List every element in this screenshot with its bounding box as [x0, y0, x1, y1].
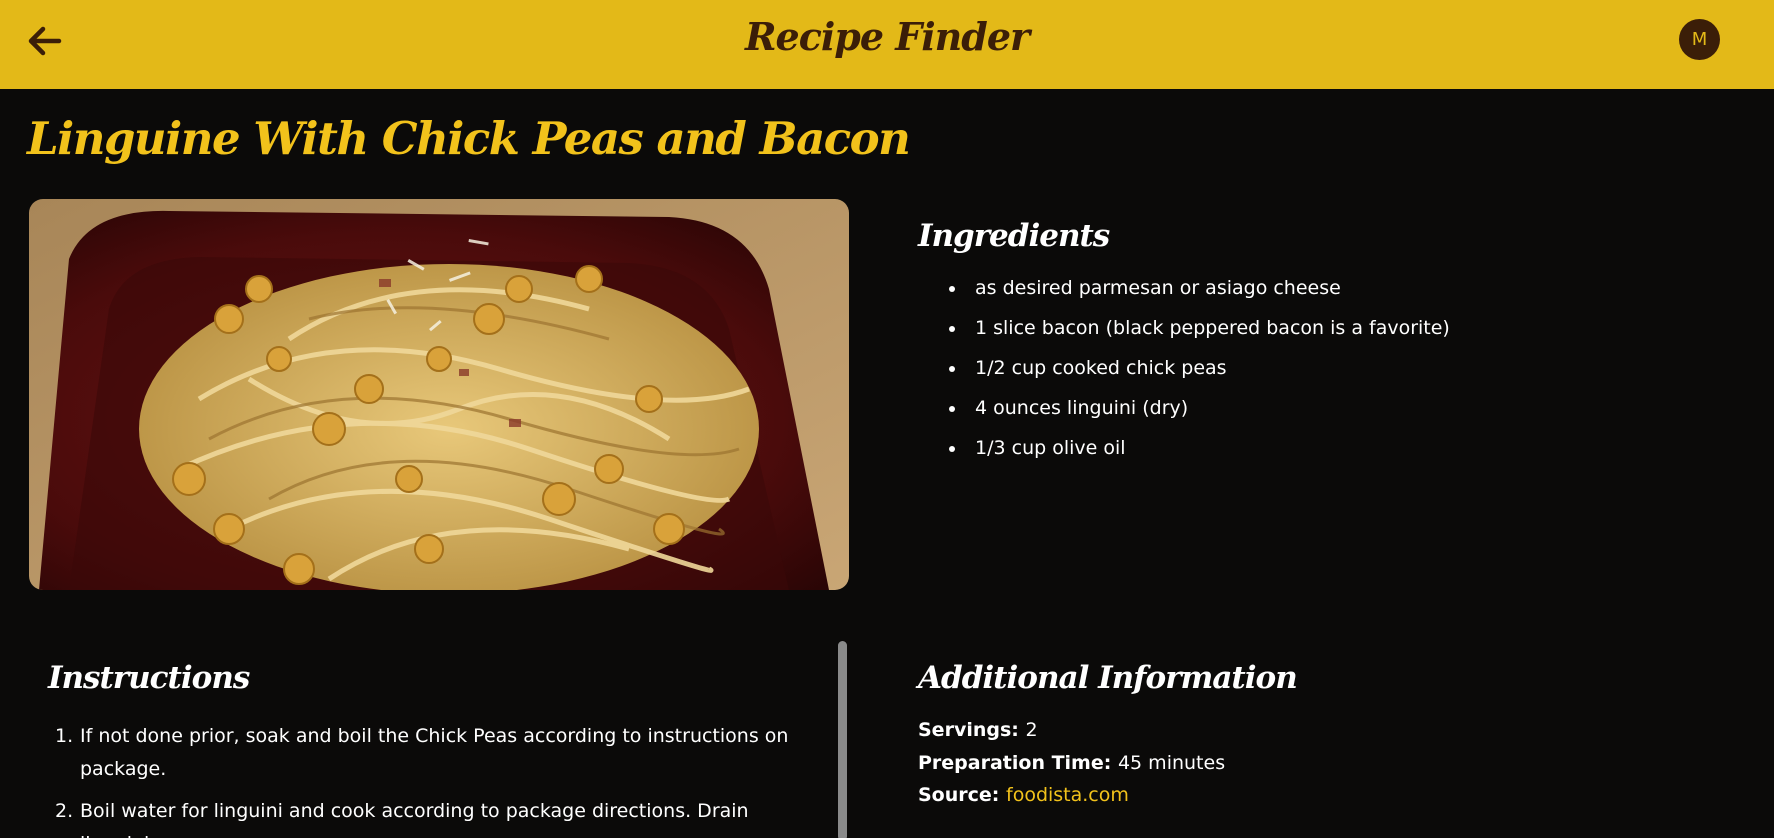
instructions-heading: Instructions — [48, 660, 250, 696]
ingredients-section: Ingredients as desired parmesan or asiag… — [918, 218, 1718, 468]
additional-info-heading: Additional Information — [918, 660, 1298, 696]
top-app-bar: Recipe Finder M — [0, 0, 1774, 89]
recipe-title: Linguine With Chick Peas and Bacon — [27, 112, 911, 165]
source-label: Source: — [918, 784, 1006, 806]
instruction-step: Boil water for linguini and cook accordi… — [55, 795, 749, 838]
ingredient-item: 4 ounces linguini (dry) — [949, 388, 1718, 428]
recipe-photo — [29, 199, 849, 590]
servings-label: Servings: — [918, 719, 1026, 741]
ingredient-item: 1 slice bacon (black peppered bacon is a… — [949, 308, 1718, 348]
ingredients-heading: Ingredients — [918, 218, 1110, 254]
ingredient-item: 1/3 cup olive oil — [949, 428, 1718, 468]
source-row: Source: foodista.com — [918, 779, 1718, 812]
additional-info-section: Additional Information Servings: 2 Prepa… — [918, 660, 1718, 812]
instructions-panel[interactable]: Instructions If not done prior, soak and… — [29, 640, 849, 838]
instructions-scrollbar[interactable] — [838, 641, 847, 838]
ingredients-list: as desired parmesan or asiago cheese 1 s… — [949, 268, 1718, 468]
servings-row: Servings: 2 — [918, 714, 1718, 747]
instructions-list: If not done prior, soak and boil the Chi… — [50, 720, 810, 838]
prep-time-label: Preparation Time: — [918, 751, 1118, 774]
instruction-step: If not done prior, soak and boil the Chi… — [55, 720, 789, 780]
ingredient-item: as desired parmesan or asiago cheese — [949, 268, 1718, 308]
ingredient-item: 1/2 cup cooked chick peas — [949, 348, 1718, 388]
prep-time-value: 45 minutes — [1117, 751, 1226, 774]
prep-time-row: Preparation Time: 45 minutes — [918, 747, 1718, 780]
user-avatar[interactable]: M — [1679, 19, 1720, 60]
source-link[interactable]: foodista.com — [1006, 784, 1129, 806]
app-title: Recipe Finder — [744, 14, 1030, 59]
servings-value: 2 — [1025, 719, 1038, 741]
